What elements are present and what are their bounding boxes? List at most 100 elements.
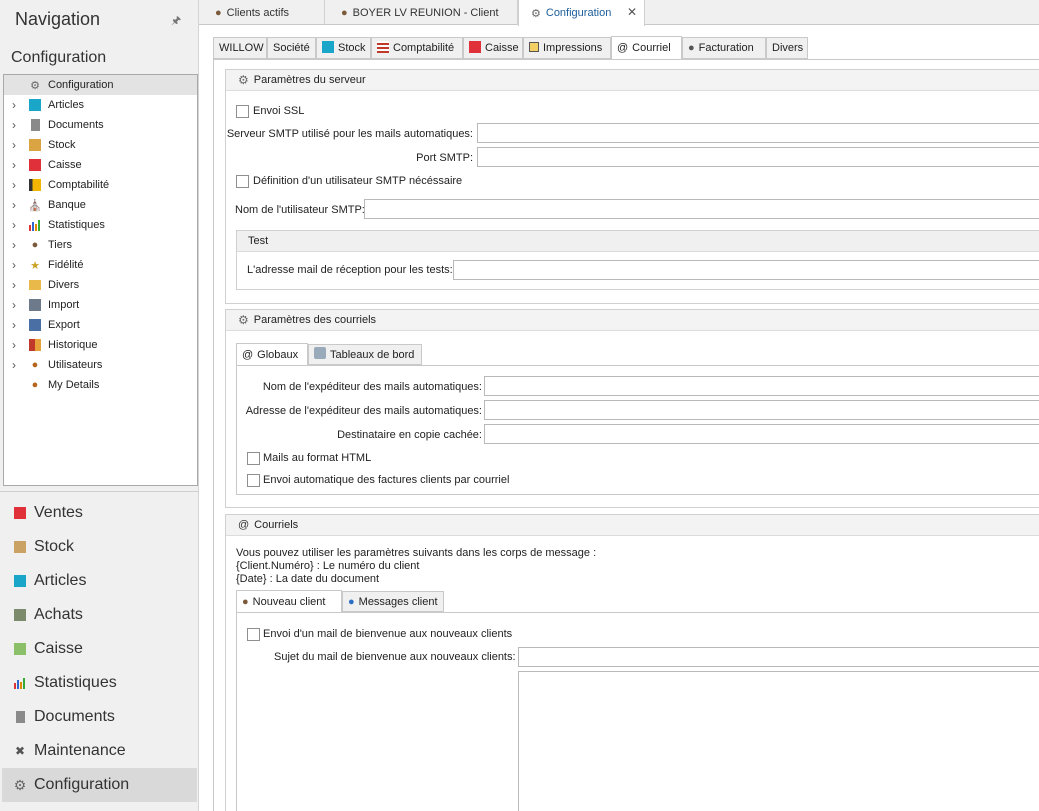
bcc-input[interactable] xyxy=(484,424,1039,444)
tab-facturation[interactable]: ● Facturation xyxy=(682,37,766,59)
tab-label: Impressions xyxy=(543,42,603,54)
at-icon: @ xyxy=(617,42,629,54)
html-format-checkbox[interactable] xyxy=(247,452,260,465)
chevron-right-icon[interactable]: › xyxy=(9,298,19,312)
tab-societe[interactable]: Société xyxy=(267,37,316,59)
group-title: Courriels xyxy=(254,519,299,531)
sender-name-label: Nom de l'expéditeur des mails automatiqu… xyxy=(262,381,482,393)
welcome-subject-input[interactable] xyxy=(518,647,1039,667)
module-button-maintenance[interactable]: ✖ Maintenance xyxy=(2,734,197,768)
module-button-achats[interactable]: Achats xyxy=(2,598,197,632)
group-title: Paramètres des courriels xyxy=(253,314,377,326)
chevron-right-icon[interactable]: › xyxy=(9,258,19,272)
chevron-right-icon[interactable]: › xyxy=(9,338,19,352)
chevron-right-icon[interactable]: › xyxy=(9,218,19,232)
pin-icon[interactable]: 🖈 xyxy=(171,12,181,31)
chevron-right-icon[interactable]: › xyxy=(9,178,19,192)
chevron-right-icon[interactable]: › xyxy=(9,118,19,132)
doc-tab-configuration[interactable]: ⚙ Configuration xyxy=(518,0,645,26)
doc-tab-clients-actifs[interactable]: ● Clients actifs xyxy=(199,0,325,25)
tree-item-articles[interactable]: › Articles xyxy=(4,95,197,115)
tree-item-label: Export xyxy=(48,319,80,331)
chevron-right-icon[interactable]: › xyxy=(9,278,19,292)
tree-item-divers[interactable]: › Divers xyxy=(4,275,197,295)
tree-item-tiers[interactable]: › ● Tiers xyxy=(4,235,197,255)
module-button-stock[interactable]: Stock xyxy=(2,530,197,564)
test-email-input[interactable] xyxy=(453,260,1039,280)
tree-item-caisse[interactable]: › Caisse xyxy=(4,155,197,175)
tree-item-import[interactable]: › Import xyxy=(4,295,197,315)
chevron-right-icon[interactable]: › xyxy=(9,358,19,372)
tree-item-banque[interactable]: › ⛪ Banque xyxy=(4,195,197,215)
module-button-articles[interactable]: Articles xyxy=(2,564,197,598)
doc-tab-label: Clients actifs xyxy=(226,6,290,19)
chevron-right-icon[interactable]: › xyxy=(9,238,19,252)
tab-nouveau-client[interactable]: ● Nouveau client xyxy=(236,590,342,613)
bank-icon: ⛪ xyxy=(28,199,42,212)
tree-item-my-details[interactable]: ● My Details xyxy=(4,375,197,395)
chevron-right-icon[interactable]: › xyxy=(9,158,19,172)
emails-param-client-numero: {Client.Numéro} : Le numéro du client xyxy=(236,560,420,572)
html-format-label: Mails au format HTML xyxy=(263,452,372,464)
chevron-right-icon[interactable]: › xyxy=(9,138,19,152)
tab-courriel[interactable]: @ Courriel xyxy=(611,36,682,60)
email-params-tabs: @ Globaux Tableaux de bord xyxy=(236,343,1039,366)
globaux-panel: Nom de l'expéditeur des mails automatiqu… xyxy=(236,365,1039,495)
ssl-checkbox[interactable] xyxy=(236,105,249,118)
group-header: Test xyxy=(237,231,1039,252)
auto-invoice-checkbox[interactable] xyxy=(247,474,260,487)
smtp-port-input[interactable] xyxy=(477,147,1039,167)
smtp-user-required-checkbox[interactable] xyxy=(236,175,249,188)
close-icon[interactable]: ✕ xyxy=(627,5,637,19)
module-button-caisse[interactable]: Caisse xyxy=(2,632,197,666)
sender-address-input[interactable] xyxy=(484,400,1039,420)
ventes-icon xyxy=(13,506,27,520)
tab-comptabilite[interactable]: Comptabilité xyxy=(371,37,463,59)
tab-stock[interactable]: Stock xyxy=(316,37,371,59)
tree-item-label: Stock xyxy=(48,139,76,151)
tab-tableaux-de-bord[interactable]: Tableaux de bord xyxy=(308,344,422,365)
tab-impressions[interactable]: Impressions xyxy=(523,37,611,59)
tree-item-stock[interactable]: › Stock xyxy=(4,135,197,155)
tree-item-comptabilite[interactable]: › Comptabilité xyxy=(4,175,197,195)
tab-label: Globaux xyxy=(257,348,299,361)
tree-item-export[interactable]: › Export xyxy=(4,315,197,335)
chevron-right-icon[interactable]: › xyxy=(9,318,19,332)
tree-item-statistiques[interactable]: › Statistiques xyxy=(4,215,197,235)
tree-item-fidelite[interactable]: › ★ Fidélité xyxy=(4,255,197,275)
tree-item-documents[interactable]: › Documents xyxy=(4,115,197,135)
sender-name-input[interactable] xyxy=(484,376,1039,396)
tab-divers[interactable]: Divers xyxy=(766,37,808,59)
tree-item-utilisateurs[interactable]: › ● Utilisateurs xyxy=(4,355,197,375)
documents-icon xyxy=(28,118,42,132)
welcome-mail-checkbox[interactable] xyxy=(247,628,260,641)
module-button-ventes[interactable]: Ventes xyxy=(2,496,197,530)
group-header: ⚙ Paramètres du serveur xyxy=(226,70,1039,91)
tree-item-label: Historique xyxy=(48,339,98,351)
tree-item-historique[interactable]: › Historique xyxy=(4,335,197,355)
chevron-right-icon[interactable]: › xyxy=(9,198,19,212)
caisse-icon xyxy=(13,642,27,656)
print-icon xyxy=(529,41,539,55)
module-button-documents[interactable]: Documents xyxy=(2,700,197,734)
chevron-right-icon[interactable]: › xyxy=(9,98,19,112)
module-button-configuration[interactable]: ⚙ Configuration xyxy=(2,768,197,802)
tree-item-configuration[interactable]: ⚙ Configuration xyxy=(4,75,197,95)
doc-tab-boyer-client[interactable]: ● BOYER LV REUNION - Client xyxy=(325,0,518,25)
tab-label: Divers xyxy=(772,42,804,54)
tab-globaux[interactable]: @ Globaux xyxy=(236,343,308,366)
tree-item-label: Statistiques xyxy=(48,219,105,231)
tree-item-label: Import xyxy=(48,299,80,311)
tab-willow[interactable]: WILLOW xyxy=(213,37,267,59)
tab-messages-client[interactable]: ● Messages client xyxy=(342,591,444,612)
group-header: ⚙ Paramètres des courriels xyxy=(226,310,1039,331)
smtp-server-input[interactable] xyxy=(477,123,1039,143)
module-button-statistiques[interactable]: Statistiques xyxy=(2,666,197,700)
tab-caisse[interactable]: Caisse xyxy=(463,37,523,59)
tree-item-label: My Details xyxy=(48,379,100,391)
tree-item-label: Caisse xyxy=(48,159,82,171)
smtp-user-input[interactable] xyxy=(364,199,1039,219)
welcome-body-textarea[interactable] xyxy=(518,671,1039,811)
module-label: Documents xyxy=(34,708,115,725)
welcome-subject-label: Sujet du mail de bienvenue aux nouveaux … xyxy=(274,651,516,663)
